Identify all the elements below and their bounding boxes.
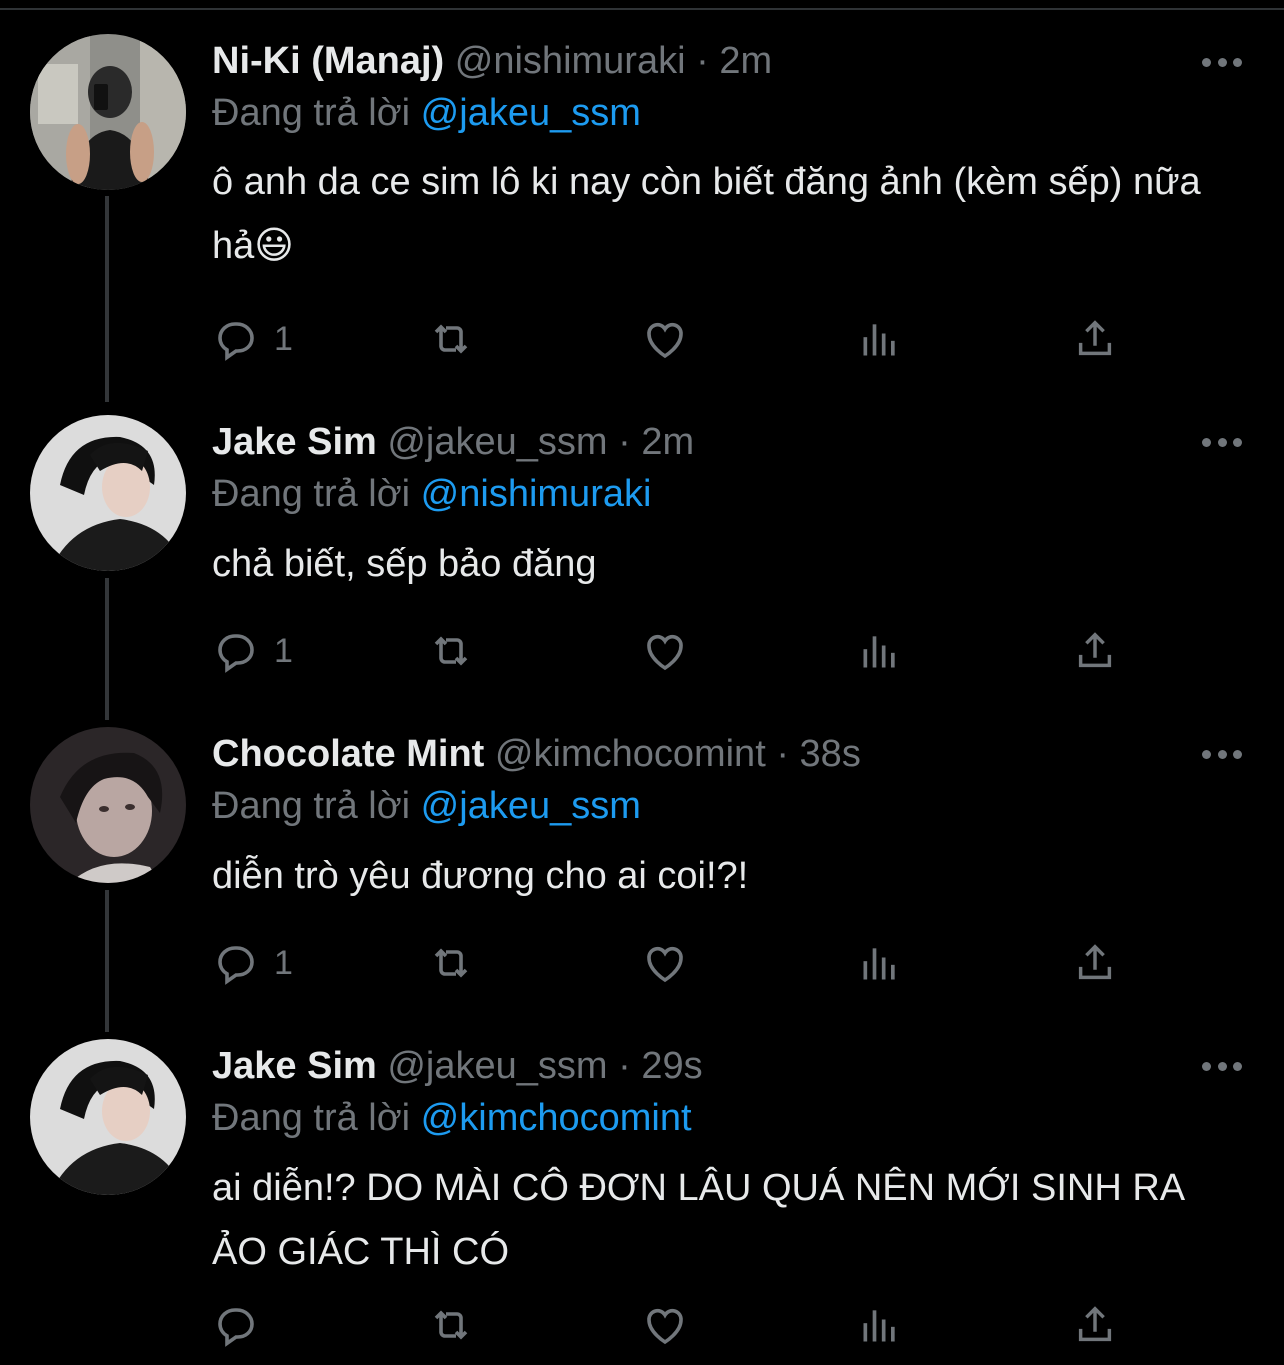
like-button[interactable] <box>640 314 690 364</box>
user-handle[interactable]: @nishimuraki <box>455 40 686 82</box>
separator: · <box>696 40 709 82</box>
retweet-icon <box>434 948 468 978</box>
mention-link[interactable]: @kimchocomint <box>421 1097 692 1139</box>
tweet-text: chả biết, sếp bảo đăng <box>212 543 597 585</box>
share-icon <box>1078 1306 1112 1342</box>
retweet-icon <box>434 636 468 666</box>
like-button[interactable] <box>640 938 690 988</box>
timestamp[interactable]: 2m <box>641 421 694 463</box>
share-icon <box>1078 320 1112 356</box>
views-icon <box>863 1310 895 1342</box>
tweet-text: diễn trò yêu đương cho ai coi!?! <box>212 855 749 897</box>
reply-button[interactable]: 1 <box>212 626 293 676</box>
tweet-actions: 1 <box>212 938 1132 988</box>
retweet-button[interactable] <box>424 938 478 988</box>
replying-label: Đang trả lời <box>212 1097 411 1139</box>
share-icon <box>1078 632 1112 668</box>
separator: · <box>618 421 631 463</box>
mention-link[interactable]: @nishimuraki <box>421 473 652 515</box>
avatar[interactable] <box>30 34 186 190</box>
reply-button[interactable] <box>212 1300 274 1350</box>
thread-line <box>105 196 109 402</box>
more-icon[interactable] <box>1202 1060 1242 1072</box>
tweet-header: Jake Sim @jakeu_ssm · 2m <box>212 419 694 465</box>
timestamp[interactable]: 29s <box>641 1045 702 1087</box>
more-icon[interactable] <box>1202 436 1242 448</box>
user-handle[interactable]: @jakeu_ssm <box>387 421 607 463</box>
views-button[interactable] <box>858 314 902 364</box>
replying-label: Đang trả lời <box>212 92 411 134</box>
retweet-icon <box>434 1310 468 1340</box>
reply-button[interactable]: 1 <box>212 938 293 988</box>
user-handle[interactable]: @kimchocomint <box>495 733 766 775</box>
timestamp[interactable]: 38s <box>800 733 861 775</box>
separator: · <box>776 733 789 775</box>
tweet-text: ô anh da ce sim lô ki nay còn biết đăng … <box>212 161 1201 267</box>
tweet-text: ai diễn!? DO MÀI CÔ ĐƠN LÂU QUÁ NÊN MỚI … <box>212 1167 1184 1273</box>
thread-line <box>105 890 109 1032</box>
like-button[interactable] <box>640 626 690 676</box>
separator: · <box>618 1045 631 1087</box>
display-name[interactable]: Jake Sim <box>212 421 377 463</box>
views-icon <box>863 324 895 356</box>
retweet-button[interactable] <box>424 1300 478 1350</box>
views-icon <box>863 948 895 980</box>
more-icon[interactable] <box>1202 748 1242 760</box>
display-name[interactable]: Chocolate Mint <box>212 733 484 775</box>
timestamp[interactable]: 2m <box>719 40 772 82</box>
avatar[interactable] <box>30 415 186 571</box>
views-button[interactable] <box>858 938 902 988</box>
mention-link[interactable]: @jakeu_ssm <box>421 92 641 134</box>
display-name[interactable]: Ni-Ki (Manaj) <box>212 40 444 82</box>
views-icon <box>863 636 895 668</box>
retweet-button[interactable] <box>424 626 478 676</box>
share-button[interactable] <box>1072 626 1118 676</box>
like-icon <box>647 1308 683 1345</box>
replying-to: Đang trả lời @jakeu_ssm <box>212 90 641 136</box>
share-button[interactable] <box>1072 1300 1118 1350</box>
like-icon <box>647 322 683 359</box>
display-name[interactable]: Jake Sim <box>212 1045 377 1087</box>
top-divider <box>0 0 1284 10</box>
avatar[interactable] <box>30 727 186 883</box>
replying-label: Đang trả lời <box>212 473 411 515</box>
tweet-actions: 1 <box>212 314 1132 364</box>
replying-to: Đang trả lời @nishimuraki <box>212 471 651 517</box>
reply-icon <box>218 322 254 361</box>
tweet-header: Ni-Ki (Manaj) @nishimuraki · 2m <box>212 38 772 84</box>
reply-count: 1 <box>274 943 293 982</box>
reply-icon <box>218 634 254 673</box>
more-icon[interactable] <box>1202 56 1242 68</box>
replying-to: Đang trả lời @kimchocomint <box>212 1095 692 1141</box>
mention-link[interactable]: @jakeu_ssm <box>421 785 641 827</box>
share-button[interactable] <box>1072 314 1118 364</box>
views-button[interactable] <box>858 1300 902 1350</box>
tweet-header: Jake Sim @jakeu_ssm · 29s <box>212 1043 703 1089</box>
thread-line <box>105 578 109 720</box>
reply-icon <box>218 946 254 985</box>
reply-count: 1 <box>274 631 293 670</box>
like-icon <box>647 634 683 671</box>
tweet-actions: 1 <box>212 626 1132 676</box>
user-handle[interactable]: @jakeu_ssm <box>387 1045 607 1087</box>
reply-button[interactable]: 1 <box>212 314 293 364</box>
share-button[interactable] <box>1072 938 1118 988</box>
replying-label: Đang trả lời <box>212 785 411 827</box>
like-button[interactable] <box>640 1300 690 1350</box>
reply-icon <box>218 1308 254 1347</box>
tweet-header: Chocolate Mint @kimchocomint · 38s <box>212 731 861 777</box>
retweet-icon <box>434 324 468 354</box>
views-button[interactable] <box>858 626 902 676</box>
like-icon <box>647 946 683 983</box>
replying-to: Đang trả lời @jakeu_ssm <box>212 783 641 829</box>
reply-count: 1 <box>274 319 293 358</box>
share-icon <box>1078 944 1112 980</box>
avatar[interactable] <box>30 1039 186 1195</box>
tweet-actions <box>212 1300 1132 1350</box>
retweet-button[interactable] <box>424 314 478 364</box>
